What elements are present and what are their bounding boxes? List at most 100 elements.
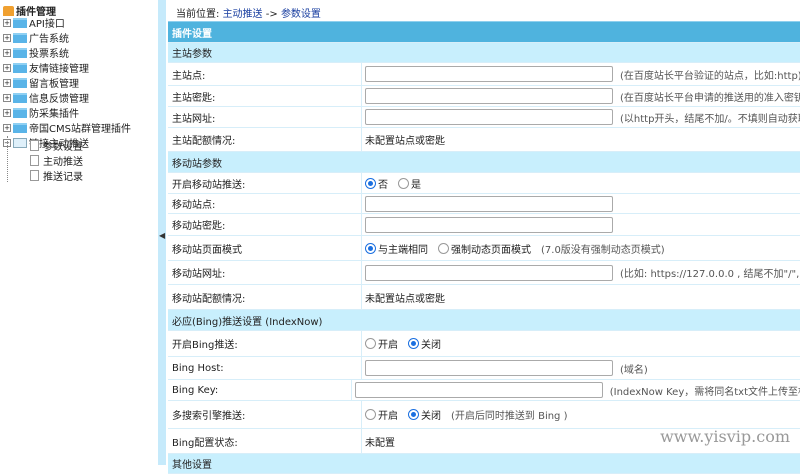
expand-toggle-icon[interactable]: + bbox=[3, 63, 11, 72]
radio-button[interactable] bbox=[365, 177, 376, 189]
expand-toggle-icon[interactable]: + bbox=[3, 33, 11, 42]
radio-option[interactable]: 否 bbox=[365, 176, 388, 191]
expand-toggle-icon[interactable]: + bbox=[3, 78, 11, 87]
section-header: 其他设置 bbox=[168, 454, 800, 474]
text-input[interactable] bbox=[365, 216, 613, 233]
field-label: 移动站密匙: bbox=[168, 214, 362, 235]
expand-toggle-icon[interactable]: + bbox=[3, 48, 11, 57]
field-value: 未配置站点或密匙 bbox=[362, 285, 800, 309]
radio-button[interactable] bbox=[365, 409, 376, 420]
sidebar-collapse-splitter[interactable]: ◀ bbox=[158, 0, 166, 465]
section-header: 主站参数 bbox=[168, 43, 800, 63]
tree-item[interactable]: + 防采集插件 bbox=[3, 106, 79, 120]
expand-toggle-icon[interactable]: + bbox=[3, 123, 11, 132]
radio-label: 开启 bbox=[378, 411, 398, 422]
radio-button[interactable] bbox=[398, 177, 409, 189]
tree-item[interactable]: + 友情链接管理 bbox=[3, 61, 89, 75]
expand-toggle-icon[interactable]: + bbox=[3, 93, 11, 102]
field-value: (在百度站长平台验证的站点，比如:http) bbox=[362, 63, 800, 85]
tree-item[interactable]: + 广告系统 bbox=[3, 31, 69, 45]
breadcrumb-link-push[interactable]: 主动推送 bbox=[223, 9, 263, 20]
field-label: 移动站网址: bbox=[168, 261, 362, 284]
table-row: 开启移动站推送: 否是 bbox=[168, 173, 800, 194]
collapse-arrow-icon[interactable]: ◀ bbox=[159, 231, 165, 240]
folder-icon bbox=[13, 137, 27, 148]
radio-label: 开启 bbox=[378, 340, 398, 351]
field-value: 开启 关闭 (开启后同时推送到 Bing ) bbox=[362, 401, 800, 428]
radio-label: 是 bbox=[411, 179, 421, 191]
expand-toggle-icon[interactable]: + bbox=[3, 108, 11, 117]
text-input[interactable] bbox=[365, 360, 613, 376]
page-icon bbox=[30, 170, 39, 181]
field-label: 多搜索引擎推送: bbox=[168, 401, 362, 428]
radio-button[interactable] bbox=[408, 338, 419, 349]
field-label: 主站配额情况: bbox=[168, 128, 362, 151]
field-hint: (在百度站长平台验证的站点，比如:http) bbox=[620, 70, 800, 82]
tree-child-label: 推送记录 bbox=[43, 172, 83, 183]
radio-button[interactable] bbox=[365, 242, 376, 254]
text-input[interactable] bbox=[365, 264, 613, 281]
radio-option[interactable]: 强制动态页面模式 bbox=[438, 241, 531, 256]
radio-option[interactable]: 关闭 bbox=[408, 336, 441, 351]
table-row: 移动站配额情况: 未配置站点或密匙 bbox=[168, 285, 800, 310]
text-input[interactable] bbox=[365, 109, 613, 125]
folder-icon bbox=[13, 92, 27, 103]
tree-child-item[interactable]: 主动推送 bbox=[30, 154, 83, 168]
folder-icon bbox=[13, 122, 27, 133]
field-label: Bing Key: bbox=[168, 380, 352, 400]
field-label: 移动站点: bbox=[168, 194, 362, 213]
field-label: Bing配置状态: bbox=[168, 429, 362, 453]
field-hint: (域名) bbox=[620, 364, 648, 376]
text-input[interactable] bbox=[365, 195, 613, 212]
breadcrumb-separator: -> bbox=[265, 9, 278, 20]
radio-option[interactable]: 开启 bbox=[365, 336, 398, 351]
radio-option[interactable]: 是 bbox=[398, 176, 421, 191]
tree-child-item[interactable]: 推送记录 bbox=[30, 169, 83, 183]
radio-option[interactable]: 关闭 bbox=[408, 407, 441, 422]
tree-item[interactable]: + 留言板管理 bbox=[3, 76, 79, 90]
radio-button[interactable] bbox=[408, 409, 419, 420]
tree-child-label: 主动推送 bbox=[43, 157, 83, 168]
expand-toggle-icon[interactable]: + bbox=[3, 18, 11, 27]
tree-item-label: 友情链接管理 bbox=[29, 64, 89, 75]
tree-child-label: 参数设置 bbox=[43, 142, 83, 153]
text-input[interactable] bbox=[365, 66, 613, 82]
status-text: 未配置站点或密匙 bbox=[365, 136, 445, 147]
radio-label: 关闭 bbox=[421, 411, 441, 422]
status-text: 未配置 bbox=[365, 437, 395, 449]
sidebar-tree: 插件管理 + API接口 + 广告系统 + 投票系统 + 友情链接管理 + 留言板管理 + 信息反馈管… bbox=[0, 0, 158, 465]
radio-option[interactable]: 与主端相同 bbox=[365, 241, 428, 256]
radio-button[interactable] bbox=[365, 338, 376, 349]
field-hint: (IndexNow Key，需将同名txt文件上传至根 bbox=[609, 386, 800, 398]
status-text: 未配置站点或密匙 bbox=[365, 293, 445, 305]
field-hint: (开启后同时推送到 Bing ) bbox=[451, 411, 568, 422]
breadcrumb-link-settings[interactable]: 参数设置 bbox=[281, 9, 321, 20]
field-label: 开启Bing推送: bbox=[168, 331, 362, 356]
radio-label: 否 bbox=[378, 179, 388, 191]
radio-option[interactable]: 开启 bbox=[365, 407, 398, 422]
tree-item[interactable]: + API接口 bbox=[3, 16, 65, 30]
tree-item[interactable]: + 投票系统 bbox=[3, 46, 69, 60]
table-row: 移动站密匙: bbox=[168, 214, 800, 236]
section-header: 移动站参数 bbox=[168, 152, 800, 173]
field-hint: (以http开头，结尾不加/。不填则自动获取 bbox=[620, 113, 800, 125]
tree-item-label: 投票系统 bbox=[29, 49, 69, 60]
folder-icon bbox=[13, 47, 27, 58]
text-input[interactable] bbox=[365, 88, 613, 104]
page-icon bbox=[30, 140, 39, 151]
tree-item[interactable]: + 帝国CMS站群管理插件 bbox=[3, 121, 131, 135]
radio-label: 强制动态页面模式 bbox=[451, 244, 531, 256]
table-row: 主站密匙: (在百度站长平台申请的推送用的准入密钥) bbox=[168, 86, 800, 107]
tree-child-item[interactable]: 参数设置 bbox=[30, 139, 83, 153]
text-input[interactable] bbox=[354, 382, 603, 398]
field-value: 否是 bbox=[362, 173, 800, 193]
tree-item-label: API接口 bbox=[29, 19, 65, 30]
radio-button[interactable] bbox=[438, 242, 449, 254]
tree-line bbox=[7, 136, 8, 182]
table-row: 移动站网址: (比如: https://127.0.0.0 , 结尾不加"/", … bbox=[168, 261, 800, 285]
field-value: (以http开头，结尾不加/。不填则自动获取 bbox=[362, 107, 800, 127]
tree-item-label: 防采集插件 bbox=[29, 109, 79, 120]
field-value bbox=[362, 194, 800, 213]
field-hint: (在百度站长平台申请的推送用的准入密钥) bbox=[620, 92, 800, 104]
tree-item[interactable]: + 信息反馈管理 bbox=[3, 91, 89, 105]
